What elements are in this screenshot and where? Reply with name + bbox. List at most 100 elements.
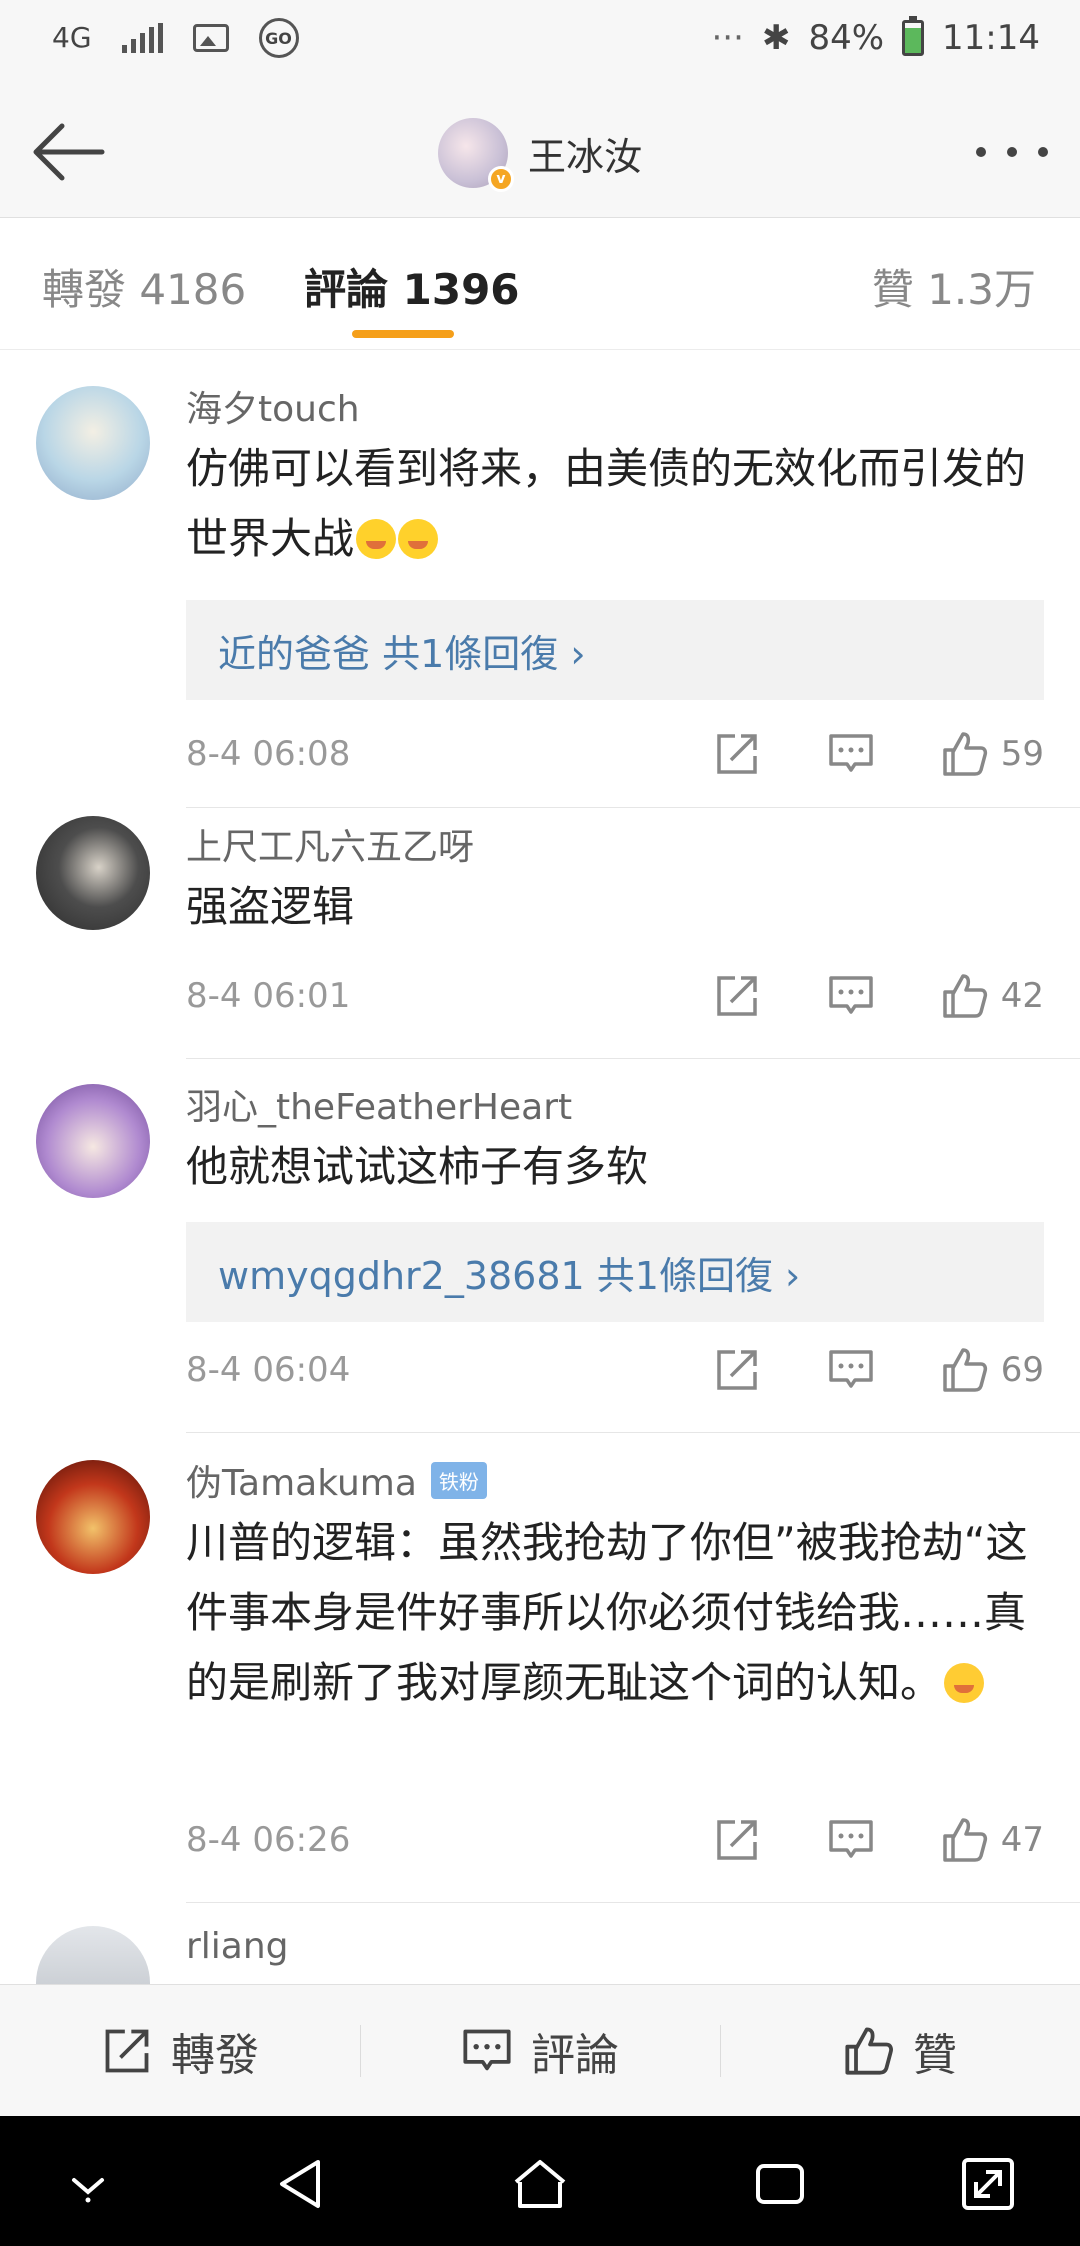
comment-username[interactable]: rliang — [186, 1922, 1044, 1970]
header-user[interactable]: v 王冰汝 — [438, 118, 643, 192]
like-count: 59 — [1000, 734, 1044, 774]
status-bar: 4G GO ··· ✱ 84% 11:14 — [0, 0, 1080, 90]
comment-time: 8-4 06:08 — [186, 734, 351, 774]
like-button[interactable]: 69 — [941, 1346, 1044, 1394]
go-app-icon: GO — [258, 18, 299, 58]
battery-icon — [902, 16, 925, 56]
comment-time: 8-4 06:26 — [186, 1820, 351, 1860]
comment-time: 8-4 06:01 — [186, 976, 351, 1016]
page-title: 王冰汝 — [528, 134, 643, 179]
bottom-action-bar: 轉發 評論 贊 — [0, 1984, 1080, 2116]
nav-home-button[interactable] — [508, 2152, 572, 2216]
signal-icon — [121, 23, 163, 53]
arrow-left-icon — [33, 123, 105, 181]
comment-button[interactable]: 評論 — [360, 1985, 720, 2116]
overflow-icon: ··· — [711, 18, 744, 58]
comment-icon — [828, 734, 873, 772]
share-button[interactable] — [713, 1816, 761, 1864]
comment-item: 上尺工凡六五乙呀 强盗逻辑 8-4 06:01 42 — [0, 808, 1080, 1059]
comment-icon — [828, 1820, 873, 1858]
divider — [186, 1902, 1080, 1903]
share-icon — [716, 976, 757, 1016]
share-button[interactable] — [713, 730, 761, 778]
expand-icon — [962, 2158, 1014, 2210]
bluetooth-icon: ✱ — [761, 18, 791, 58]
reply-summary[interactable]: wmyqgdhr2_38681 共1條回復 › — [186, 1222, 1044, 1322]
comment-username[interactable]: 羽心_theFeatherHeart — [186, 1080, 1044, 1128]
comment-list[interactable]: 海夕touch 仿佛可以看到将来，由美债的无效化而引发的世界大战 近的爸爸 共1… — [0, 352, 1080, 1984]
avatar[interactable] — [36, 1926, 150, 1984]
repost-button[interactable]: 轉發 — [0, 1985, 360, 2116]
recents-icon — [756, 2164, 804, 2204]
avatar[interactable]: v — [438, 118, 514, 192]
tab-repost[interactable]: 轉發 4186 — [42, 256, 246, 317]
comment-icon — [463, 2029, 511, 2070]
comment-username[interactable]: 海夕touch — [186, 382, 1044, 430]
top-header: v 王冰汝 — [0, 90, 1080, 218]
reply-button[interactable] — [827, 1346, 875, 1394]
clock: 11:14 — [942, 18, 1040, 58]
like-button[interactable]: 贊 — [720, 1985, 1080, 2116]
comment-label: 評論 — [531, 2029, 619, 2081]
share-icon — [716, 1820, 757, 1860]
verified-badge: v — [488, 166, 514, 192]
back-button[interactable] — [28, 120, 108, 184]
more-button[interactable] — [976, 134, 1048, 170]
share-icon — [716, 734, 757, 774]
comment-item: rliang — [0, 1904, 1080, 1984]
comment-text: 川普的逻辑：虽然我抢劫了你但”被我抢劫“这件事本身是件好事所以你必须付钱给我……… — [186, 1518, 1028, 1707]
comment-icon — [828, 1350, 873, 1388]
like-count: 42 — [1000, 976, 1044, 1016]
avatar[interactable] — [36, 386, 150, 500]
network-type: 4G — [52, 21, 92, 54]
system-nav-bar — [0, 2116, 1080, 2246]
thumbs-up-icon — [942, 1818, 987, 1862]
nav-expand-button[interactable] — [956, 2152, 1020, 2216]
comment-item: 海夕touch 仿佛可以看到将来，由美债的无效化而引发的世界大战 近的爸爸 共1… — [0, 352, 1080, 808]
comment-footer: 8-4 06:01 42 — [186, 966, 1044, 1026]
comment-username[interactable]: 上尺工凡六五乙呀 — [186, 820, 1044, 868]
like-count: 47 — [1000, 1820, 1044, 1860]
comment-time: 8-4 06:04 — [186, 1350, 351, 1390]
comment-text: 他就想试试这柿子有多软 — [186, 1142, 649, 1191]
reply-button[interactable] — [827, 730, 875, 778]
more-dots-icon — [976, 147, 986, 157]
image-notification-icon — [192, 24, 229, 52]
avatar[interactable] — [36, 1084, 150, 1198]
avatar[interactable] — [36, 1460, 150, 1574]
comment-icon — [828, 976, 873, 1014]
thumbs-up-icon — [845, 2026, 893, 2075]
tab-bar: 轉發 4186 評論 1396 贊 1.3万 — [0, 218, 1080, 350]
tab-comment[interactable]: 評論 1396 — [304, 256, 520, 317]
like-label: 贊 — [913, 2029, 957, 2081]
reply-button[interactable] — [827, 1816, 875, 1864]
laugh-cry-emoji-icon — [398, 519, 439, 559]
laugh-cry-emoji-icon — [356, 519, 397, 559]
nav-back-button[interactable] — [270, 2152, 334, 2216]
comment-text: 仿佛可以看到将来，由美债的无效化而引发的世界大战 — [186, 444, 1027, 563]
comment-username[interactable]: 伪Tamakuma 铁粉 — [186, 1456, 1044, 1504]
fan-badge: 铁粉 — [430, 1461, 487, 1499]
like-button[interactable]: 59 — [941, 730, 1044, 778]
reply-summary[interactable]: 近的爸爸 共1條回復 › — [186, 600, 1044, 700]
comment-footer: 8-4 06:26 47 — [186, 1810, 1044, 1870]
like-count: 69 — [1000, 1350, 1044, 1390]
share-icon — [716, 1350, 757, 1390]
like-button[interactable]: 47 — [941, 1816, 1044, 1864]
chevron-down-icon — [72, 2178, 104, 2203]
reply-button[interactable] — [827, 972, 875, 1020]
divider — [186, 1432, 1080, 1433]
thumbs-up-icon — [942, 974, 987, 1018]
comment-text: 强盗逻辑 — [186, 882, 355, 931]
repost-label: 轉發 — [171, 2029, 259, 2081]
active-tab-indicator — [352, 330, 454, 338]
comment-footer: 8-4 06:04 69 — [186, 1340, 1044, 1400]
hide-keyboard-button[interactable] — [56, 2152, 120, 2216]
like-button[interactable]: 42 — [941, 972, 1044, 1020]
avatar[interactable] — [36, 816, 150, 930]
nav-recents-button[interactable] — [748, 2152, 812, 2216]
tab-like[interactable]: 贊 1.3万 — [872, 256, 1036, 317]
share-button[interactable] — [713, 1346, 761, 1394]
share-button[interactable] — [713, 972, 761, 1020]
comment-item: 羽心_theFeatherHeart 他就想试试这柿子有多软 wmyqgdhr2… — [0, 1058, 1080, 1434]
